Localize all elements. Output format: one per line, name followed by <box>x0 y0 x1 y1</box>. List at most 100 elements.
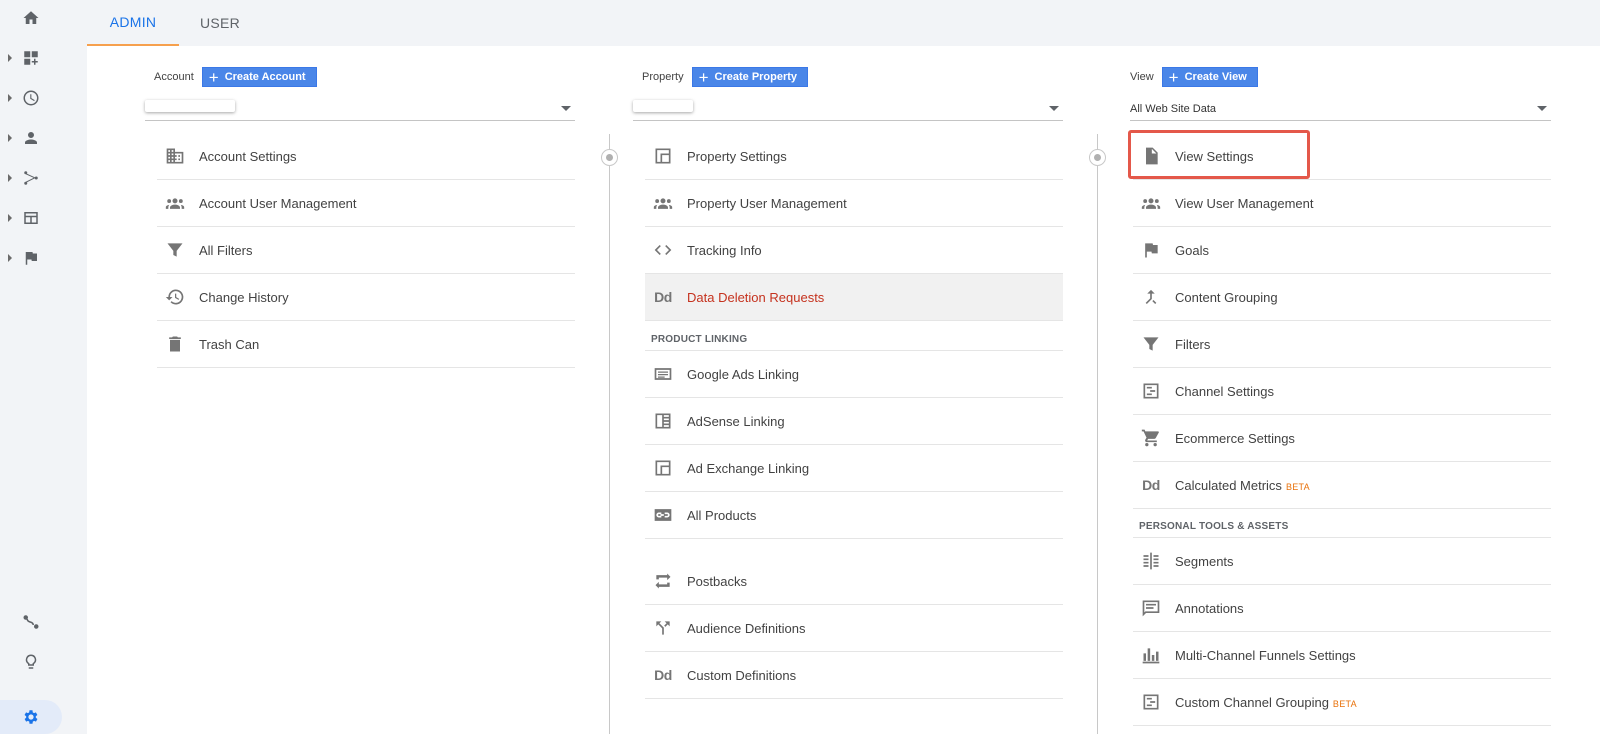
custom-channel-grouping-item[interactable]: Custom Channel Grouping BETA <box>1133 679 1551 726</box>
product-linking-heading: PRODUCT LINKING <box>645 329 1063 351</box>
calculated-metrics-item[interactable]: Dd Calculated Metrics BETA <box>1133 462 1551 509</box>
realtime-icon[interactable] <box>0 80 62 116</box>
conversions-icon[interactable] <box>0 240 62 276</box>
audience-definitions-item[interactable]: Audience Definitions <box>645 605 1063 652</box>
channel-icon <box>1139 381 1163 401</box>
dropdown-arrow-icon <box>561 106 571 111</box>
item-label: Trash Can <box>199 336 260 352</box>
all-products-item[interactable]: All Products <box>645 492 1063 539</box>
create-account-button[interactable]: + Create Account <box>201 67 317 87</box>
property-label: Property <box>642 71 684 83</box>
item-label: All Products <box>687 507 757 523</box>
item-label: View User Management <box>1175 195 1314 211</box>
property-settings-item[interactable]: Property Settings <box>645 133 1063 180</box>
item-label: Filters <box>1175 336 1211 352</box>
property-selector[interactable] <box>633 98 1063 121</box>
filter-icon <box>163 240 187 260</box>
attribution-icon[interactable] <box>0 604 62 640</box>
code-icon <box>651 240 675 260</box>
goals-item[interactable]: Goals <box>1133 227 1551 274</box>
fork-icon <box>651 618 675 638</box>
flag-icon <box>1139 240 1163 260</box>
window-icon <box>651 146 675 166</box>
account-selector[interactable] <box>145 98 575 121</box>
people-icon <box>651 193 675 213</box>
link-icon <box>651 505 675 525</box>
item-label: Ad Exchange Linking <box>687 460 810 476</box>
item-label: Change History <box>199 289 289 305</box>
trash-can-item[interactable]: Trash Can <box>157 321 575 368</box>
bar-chart-icon <box>1139 645 1163 665</box>
item-label: Property Settings <box>687 148 787 164</box>
item-label: Segments <box>1175 553 1234 569</box>
view-label: View <box>1130 71 1154 83</box>
ads-icon <box>651 364 675 384</box>
item-label: Content Grouping <box>1175 289 1278 305</box>
content-grouping-item[interactable]: Content Grouping <box>1133 274 1551 321</box>
account-user-management-item[interactable]: Account User Management <box>157 180 575 227</box>
create-view-label: Create View <box>1184 71 1247 83</box>
adsense-linking-item[interactable]: AdSense Linking <box>645 398 1063 445</box>
filters-item[interactable]: Filters <box>1133 321 1551 368</box>
item-label: Account User Management <box>199 195 357 211</box>
beta-badge: BETA <box>1285 481 1310 492</box>
create-view-button[interactable]: + Create View <box>1161 67 1258 87</box>
tab-admin[interactable]: ADMIN <box>87 0 179 46</box>
ecommerce-settings-item[interactable]: Ecommerce Settings <box>1133 415 1551 462</box>
annotations-item[interactable]: Annotations <box>1133 585 1551 632</box>
personal-tools-heading: PERSONAL TOOLS & ASSETS <box>1133 516 1551 538</box>
item-label: Custom Definitions <box>687 667 797 683</box>
custom-definitions-item[interactable]: Dd Custom Definitions <box>645 652 1063 699</box>
data-deletion-requests-item[interactable]: Dd Data Deletion Requests <box>645 274 1063 321</box>
account-selected-chip <box>145 100 235 112</box>
change-history-item[interactable]: Change History <box>157 274 575 321</box>
building-icon <box>163 146 187 166</box>
dd-icon: Dd <box>1142 477 1160 493</box>
history-icon <box>163 287 187 307</box>
ad-exchange-linking-item[interactable]: Ad Exchange Linking <box>645 445 1063 492</box>
postbacks-item[interactable]: Postbacks <box>645 558 1063 605</box>
item-label: Tracking Info <box>687 242 762 258</box>
view-user-management-item[interactable]: View User Management <box>1133 180 1551 227</box>
people-icon <box>1139 193 1163 213</box>
tracking-info-item[interactable]: Tracking Info <box>645 227 1063 274</box>
item-label: Google Ads Linking <box>687 366 800 382</box>
view-selector[interactable]: All Web Site Data <box>1130 98 1551 121</box>
view-header: View + Create View <box>1130 67 1258 87</box>
admin-gear-icon[interactable] <box>0 699 62 734</box>
property-user-management-item[interactable]: Property User Management <box>645 180 1063 227</box>
dropdown-arrow-icon <box>1049 106 1059 111</box>
admin-nav-item[interactable] <box>0 700 62 734</box>
acquisition-icon[interactable] <box>0 160 62 196</box>
trash-icon <box>163 334 187 354</box>
audience-icon[interactable] <box>0 120 62 156</box>
window-icon <box>651 458 675 478</box>
item-label: All Filters <box>199 242 253 258</box>
behavior-icon[interactable] <box>0 200 62 236</box>
plus-icon: + <box>1168 67 1179 87</box>
admin-tabs: ADMIN USER <box>87 0 1600 46</box>
all-filters-item[interactable]: All Filters <box>157 227 575 274</box>
multi-channel-funnels-settings-item[interactable]: Multi-Channel Funnels Settings <box>1133 632 1551 679</box>
discover-icon[interactable] <box>0 644 62 680</box>
plus-icon: + <box>698 67 709 87</box>
filter-icon <box>1139 334 1163 354</box>
beta-badge: BETA <box>1332 698 1357 709</box>
channel-settings-item[interactable]: Channel Settings <box>1133 368 1551 415</box>
create-property-button[interactable]: + Create Property <box>691 67 809 87</box>
home-icon[interactable] <box>0 0 62 36</box>
segments-item[interactable]: Segments <box>1133 538 1551 585</box>
column-divider <box>1097 134 1098 734</box>
column-connector-icon <box>601 149 618 166</box>
merge-icon <box>1139 287 1163 307</box>
cart-icon <box>1139 428 1163 448</box>
account-settings-item[interactable]: Account Settings <box>157 133 575 180</box>
google-ads-linking-item[interactable]: Google Ads Linking <box>645 351 1063 398</box>
customization-icon[interactable] <box>0 40 62 76</box>
column-divider <box>609 134 610 734</box>
channel-icon <box>1139 692 1163 712</box>
item-label: AdSense Linking <box>687 413 785 429</box>
left-nav <box>0 0 62 734</box>
tab-user[interactable]: USER <box>179 0 261 46</box>
view-settings-item[interactable]: View Settings <box>1133 133 1551 180</box>
